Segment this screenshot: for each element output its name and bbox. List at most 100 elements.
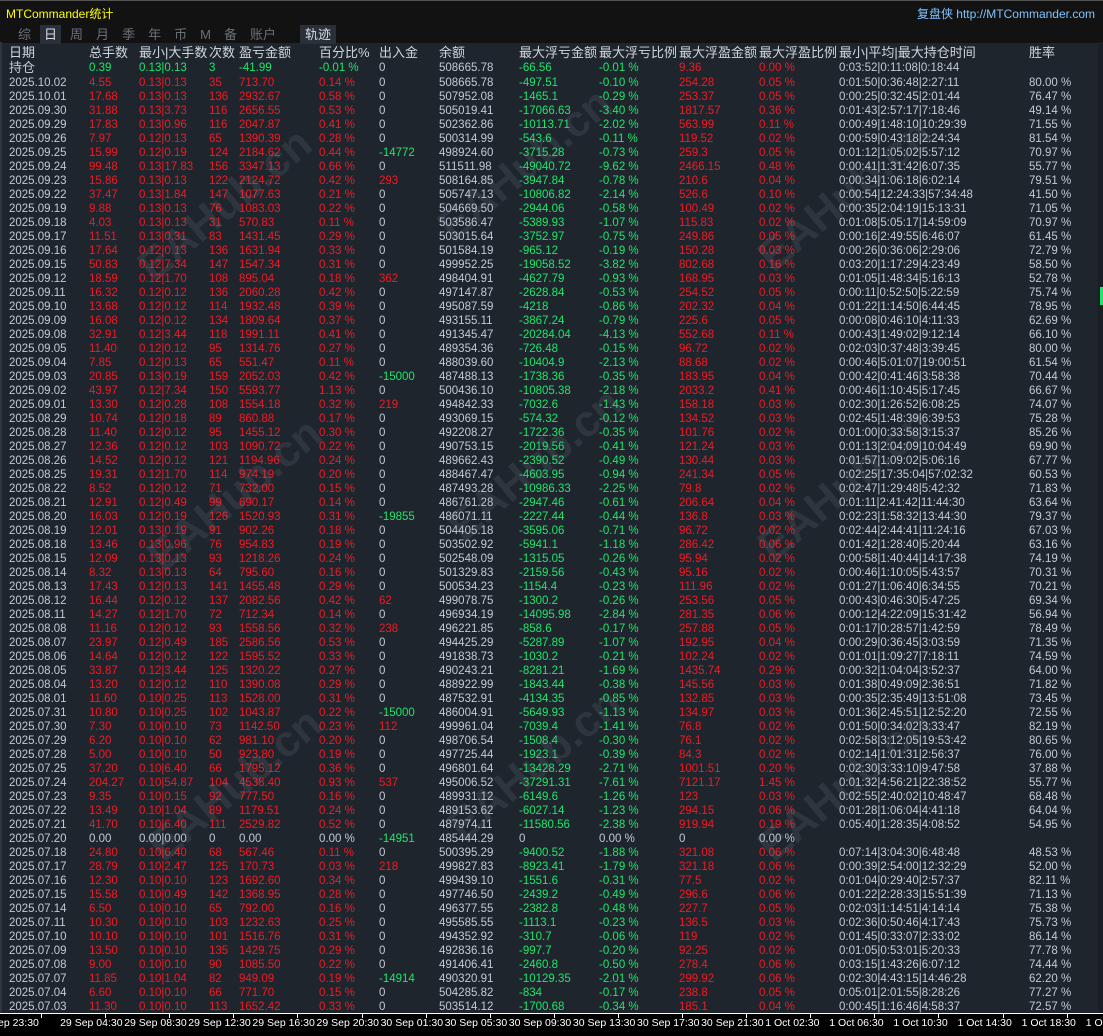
table-row[interactable]: 2025.09.15 50.83 0.12|7.34 147 1547.34 0.31 %… [2, 258, 1099, 272]
table-row[interactable]: 2025.08.29 10.74 0.12|0.18 89 860.88 0.17 % 0 4… [2, 412, 1099, 426]
table-row[interactable]: 2025.09.01 13.30 0.12|0.28 108 1554.18 0.32 %… [2, 398, 1099, 412]
header-max-drawdown[interactable]: 最大浮亏金额 [519, 46, 597, 60]
cell-min-max-lots: 0.13|0.96 [139, 539, 187, 551]
header-trade-count[interactable]: 次数 [209, 46, 235, 60]
table-row[interactable]: 2025.08.04 13.20 0.12|0.12 110 1390.08 0.29 %… [2, 678, 1099, 692]
table-row[interactable]: 2025.07.03 11.30 0.10|0.10 113 1652.42 0.33 %… [2, 1000, 1099, 1014]
table-row[interactable]: 2025.08.19 12.01 0.13|0.19 91 902.26 0.18 % 0 5… [2, 524, 1099, 538]
table-row[interactable]: 2025.09.16 17.64 0.12|0.13 136 1631.94 0.33 %… [2, 244, 1099, 258]
header-max-drawdown-percent[interactable]: 最大浮亏比例 [599, 46, 677, 60]
table-row[interactable]: 2025.09.26 7.97 0.12|0.13 65 1390.39 0.28 % 0 5… [2, 132, 1099, 146]
table-row[interactable]: 2025.07.22 13.49 0.10|1.04 89 1179.51 0.24 % 0… [2, 804, 1099, 818]
table-row[interactable]: 2025.08.15 12.09 0.13|0.13 93 1218.26 0.24 % 0… [2, 552, 1099, 566]
table-row[interactable]: 2025.09.17 11.51 0.13|0.31 83 1431.45 0.29 % 0… [2, 230, 1099, 244]
header-pnl[interactable]: 盈亏金额 [239, 46, 291, 60]
table-row[interactable]: 2025.09.19 9.88 0.13|0.13 76 1083.03 0.22 % 0 5… [2, 202, 1099, 216]
table-row[interactable]: 2025.09.29 17.83 0.13|0.96 116 2047.87 0.41 %… [2, 118, 1099, 132]
table-row[interactable]: 2025.07.09 13.50 0.10|0.10 135 1429.75 0.29 %… [2, 944, 1099, 958]
table-row[interactable]: 2025.09.02 43.97 0.12|7.34 150 5593.77 1.13 %… [2, 384, 1099, 398]
table-row[interactable]: 2025.07.31 10.80 0.10|0.25 102 1043.87 0.22 %… [2, 706, 1099, 720]
table-row[interactable]: 2025.07.28 5.00 0.10|0.10 50 923.80 0.19 % 0 49… [2, 748, 1099, 762]
cell-deposit-withdrawal: 0 [379, 497, 386, 509]
table-row[interactable]: 2025.08.25 19.31 0.12|1.70 114 974.19 0.20 % 0… [2, 468, 1099, 482]
table-row[interactable]: 2025.09.23 15.86 0.13|0.13 122 2124.72 0.42 %… [2, 174, 1099, 188]
header-max-floating-profit-percent[interactable]: 最大浮盈比例 [759, 46, 837, 60]
table-row[interactable]: 2025.08.26 14.52 0.12|0.12 121 1194.96 0.24 %… [2, 454, 1099, 468]
table-row[interactable]: 2025.09.18 4.03 0.13|0.13 31 570.83 0.11 % 0 50… [2, 216, 1099, 230]
table-row[interactable]: 2025.09.04 7.85 0.12|0.13 65 551.47 0.11 % 0 48… [2, 356, 1099, 370]
table-row[interactable]: 2025.08.22 8.52 0.12|0.12 71 732.00 0.15 % 0 48… [2, 482, 1099, 496]
table-row[interactable]: 2025.08.21 12.91 0.12|0.49 99 690.17 0.14 % 0 4… [2, 496, 1099, 510]
table-row[interactable]: 2025.07.20 0.00 0.00|0.00 0 0.00 0.00 % -14951… [2, 832, 1099, 846]
table-row[interactable]: 2025.08.07 23.97 0.12|0.49 185 2586.56 0.53 %… [2, 636, 1099, 650]
table-row[interactable]: 2025.08.28 11.40 0.12|0.12 95 1455.12 0.30 % 0… [2, 426, 1099, 440]
cell-max-floating-profit-percent: 0.02 % [759, 567, 795, 579]
table-row[interactable]: 2025.07.11 10.30 0.10|0.10 103 1232.63 0.25 %… [2, 916, 1099, 930]
table-row[interactable]: 2025.07.21 41.70 0.10|6.40 111 2529.82 0.52 %… [2, 818, 1099, 832]
table-row[interactable]: 2025.09.08 32.91 0.12|3.44 118 1991.11 0.41 %… [2, 328, 1099, 342]
table-row[interactable]: 2025.08.20 16.03 0.12|0.19 126 1520.93 0.31 %… [2, 510, 1099, 524]
holding-row[interactable]: 持仓 0.39 0.13|0.13 3 -41.99 -0.01 % 0 508665.78 -… [2, 61, 1099, 75]
cell-max-drawdown-percent: -2.01 % [599, 973, 639, 985]
table-row[interactable]: 2025.07.30 7.30 0.10|0.10 73 1142.50 0.23 % 11… [2, 720, 1099, 734]
header-min-max-lots[interactable]: 最小|大手数 [139, 46, 207, 60]
table-row[interactable]: 2025.07.17 28.79 0.10|2.47 125 170.73 0.03 % 2… [2, 860, 1099, 874]
header-date[interactable]: 日期 [9, 46, 35, 60]
table-row[interactable]: 2025.08.13 17.43 0.12|0.13 141 1455.48 0.29 %… [2, 580, 1099, 594]
table-row[interactable]: 2025.07.10 10.10 0.10|0.10 101 1516.76 0.31 %… [2, 930, 1099, 944]
header-hold-times[interactable]: 最小|平均|最大持仓时间 [839, 46, 976, 60]
table-row[interactable]: 2025.07.29 6.20 0.10|0.10 62 981.10 0.20 % 0 49… [2, 734, 1099, 748]
header-max-floating-profit[interactable]: 最大浮盈金额 [679, 46, 757, 60]
table-row[interactable]: 2025.07.24 204.27 0.10|54.87 104 4538.40 0.93… [2, 776, 1099, 790]
table-row[interactable]: 2025.07.25 37.20 0.10|6.40 66 1795.12 0.36 % 0… [2, 762, 1099, 776]
table-row[interactable]: 2025.09.24 99.48 0.13|17.83 156 3347.13 0.66 … [2, 160, 1099, 174]
table-row[interactable]: 2025.07.07 11.85 0.10|1.04 82 949.09 0.19 % -1… [2, 972, 1099, 986]
table-row[interactable]: 2025.08.01 11.60 0.10|0.25 113 1528.00 0.31 %… [2, 692, 1099, 706]
table-row[interactable]: 2025.08.14 8.32 0.13|0.13 64 795.60 0.16 % 0 50… [2, 566, 1099, 580]
cell-date: 2025.09.19 [9, 203, 67, 215]
table-row[interactable]: 2025.08.05 33.87 0.12|3.44 125 1320.22 0.27 %… [2, 664, 1099, 678]
table-row[interactable]: 2025.08.27 12.36 0.12|0.12 103 1090.72 0.22 %… [2, 440, 1099, 454]
header-win-rate[interactable]: 胜率 [1029, 46, 1055, 60]
table-row[interactable]: 2025.07.23 9.35 0.10|0.15 92 777.50 0.16 % 0 48… [2, 790, 1099, 804]
cell-deposit-withdrawal: 0 [379, 791, 386, 803]
cell-trade-count: 65 [209, 903, 222, 915]
scrollbar[interactable] [1098, 42, 1103, 1013]
header-total-lots[interactable]: 总手数 [89, 46, 128, 60]
table-row[interactable]: 2025.08.18 13.46 0.13|0.96 76 954.83 0.19 % 0 5… [2, 538, 1099, 552]
table-row[interactable]: 2025.07.18 24.80 0.10|6.40 68 567.46 0.11 % 0 5… [2, 846, 1099, 860]
cell-hold-times: 0:01:42|1:28:40|5:20:44 [839, 539, 961, 551]
cell-date: 2025.09.25 [9, 147, 67, 159]
table-row[interactable]: 2025.08.06 14.64 0.12|0.12 122 1595.52 0.33 %… [2, 650, 1099, 664]
brand-link[interactable]: 复盘侠 http://MTCommander.com [917, 5, 1095, 22]
table-row[interactable]: 2025.07.04 6.60 0.10|0.10 66 771.70 0.15 % 0 50… [2, 986, 1099, 1000]
table-row[interactable]: 2025.08.08 11.16 0.12|0.12 93 1558.56 0.32 % 2… [2, 622, 1099, 636]
cell-trade-count: 122 [209, 651, 229, 663]
table-row[interactable]: 2025.07.16 12.30 0.10|0.10 123 1692.60 0.34 %… [2, 874, 1099, 888]
table-row[interactable]: 2025.07.14 6.50 0.10|0.10 65 792.00 0.16 % 0 49… [2, 902, 1099, 916]
header-pnl-percent[interactable]: 百分比% [319, 46, 370, 60]
table-row[interactable]: 2025.09.12 18.59 0.12|1.70 108 895.04 0.18 % 3… [2, 272, 1099, 286]
table-row[interactable]: 2025.09.10 13.68 0.12|0.12 114 1932.48 0.39 %… [2, 300, 1099, 314]
table-row[interactable]: 2025.09.25 15.99 0.12|0.19 124 2184.62 0.44 %… [2, 146, 1099, 160]
table-row[interactable]: 2025.08.12 16.44 0.12|0.12 137 2082.56 0.42 %… [2, 594, 1099, 608]
table-row[interactable]: 2025.09.03 20.85 0.13|0.19 159 2052.03 0.42 %… [2, 370, 1099, 384]
table-row[interactable]: 2025.10.02 4.55 0.13|0.13 35 713.70 0.14 % 0 50… [2, 76, 1099, 90]
table-row[interactable]: 2025.08.11 14.27 0.12|1.70 72 712.34 0.14 % 0 4… [2, 608, 1099, 622]
cell-max-floating-profit: 9.36 [679, 62, 702, 74]
table-row[interactable]: 2025.10.01 17.68 0.13|0.13 136 2932.67 0.58 %… [2, 90, 1099, 104]
cell-max-floating-profit-percent: 0.48 % [759, 161, 795, 173]
cell-max-floating-profit: 130.44 [679, 455, 715, 467]
header-balance[interactable]: 余额 [439, 46, 465, 60]
table-row[interactable]: 2025.09.11 16.32 0.12|0.12 136 2060.28 0.42 %… [2, 286, 1099, 300]
table-row[interactable]: 2025.09.05 11.40 0.12|0.12 95 1314.76 0.27 % 0… [2, 342, 1099, 356]
table-row[interactable]: 2025.07.08 9.00 0.10|0.10 90 1085.50 0.22 % 0 4… [2, 958, 1099, 972]
cell-win-rate: 41.50 % [1029, 189, 1072, 201]
header-deposit-withdrawal[interactable]: 出入金 [379, 46, 418, 60]
cell-max-floating-profit: 238.8 [679, 987, 708, 999]
table-row[interactable]: 2025.09.09 16.08 0.12|0.12 134 1809.64 0.37 %… [2, 314, 1099, 328]
cell-max-drawdown: -4627.79 [519, 273, 565, 285]
table-row[interactable]: 2025.09.30 31.88 0.13|3.73 116 2656.55 0.53 %… [2, 104, 1099, 118]
table-row[interactable]: 2025.09.22 37.47 0.13|1.84 147 1077.63 0.21 %… [2, 188, 1099, 202]
table-row[interactable]: 2025.07.15 15.58 0.10|0.49 142 1368.95 0.28 %… [2, 888, 1099, 902]
